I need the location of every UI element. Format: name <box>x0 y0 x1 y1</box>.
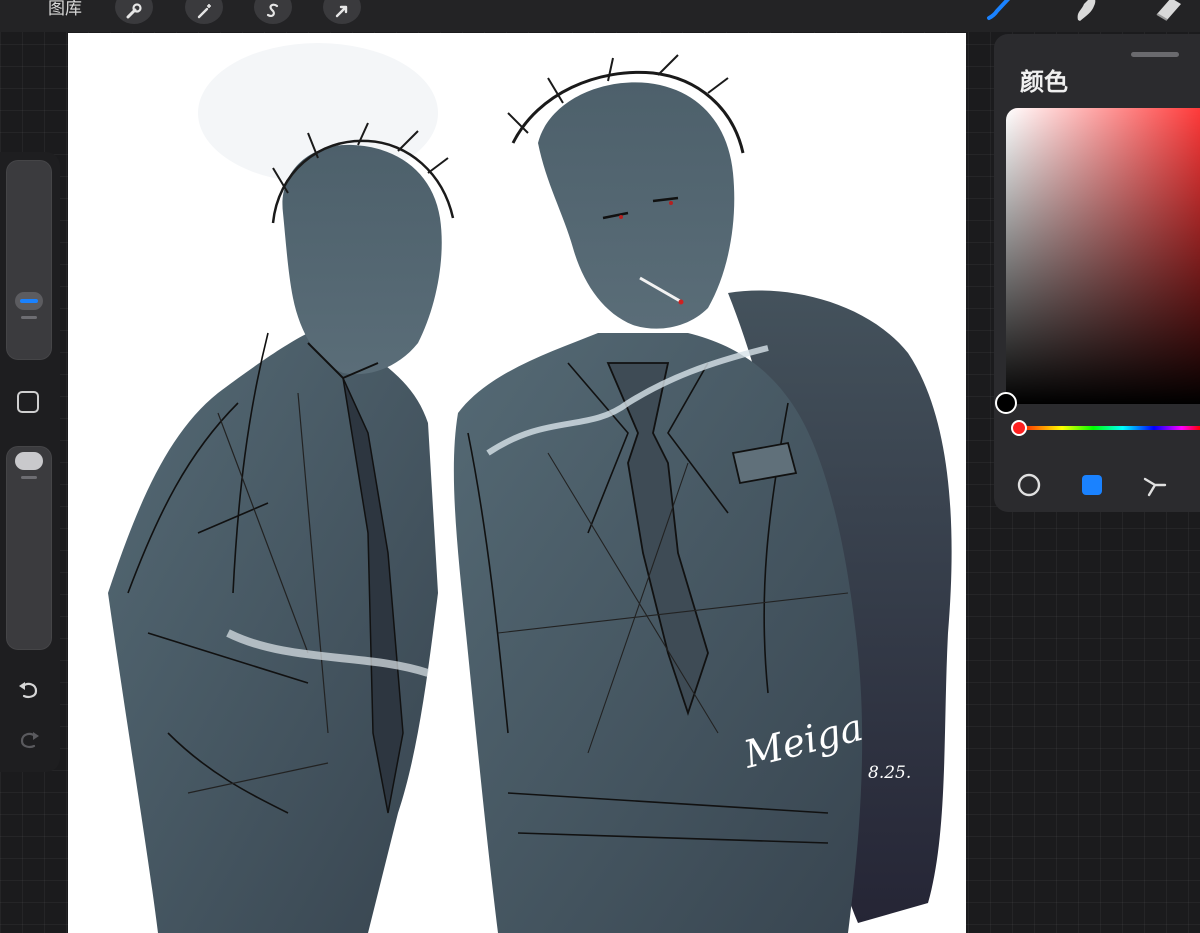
brush-icon[interactable] <box>985 0 1015 22</box>
square-filled-icon[interactable] <box>1079 472 1105 498</box>
top-toolbar: 图库 <box>0 0 1200 32</box>
magic-wand-icon <box>197 4 211 19</box>
redo-icon[interactable] <box>16 728 42 752</box>
modify-button[interactable] <box>17 391 39 413</box>
circle-outline-icon[interactable] <box>1016 472 1042 498</box>
selection-s-icon <box>266 3 279 18</box>
color-picker-cursor[interactable] <box>995 392 1017 414</box>
hue-slider[interactable] <box>1016 426 1200 430</box>
left-sidebar <box>0 152 60 772</box>
adjustments-button[interactable] <box>185 0 223 24</box>
actions-button[interactable] <box>115 0 153 24</box>
opacity-handle[interactable] <box>15 452 43 470</box>
selection-button[interactable] <box>254 0 292 24</box>
smudge-finger-icon[interactable] <box>1070 0 1100 22</box>
panel-title: 颜色 <box>1020 68 1068 96</box>
transform-button[interactable] <box>323 0 361 24</box>
eraser-icon[interactable] <box>1153 0 1183 22</box>
drawing-canvas[interactable]: Meiga 8.25. <box>68 33 966 933</box>
artwork: Meiga 8.25. <box>108 43 952 933</box>
arrow-cursor-icon <box>335 5 348 18</box>
hue-slider-knob[interactable] <box>1011 420 1027 436</box>
gallery-button[interactable]: 图库 <box>48 0 82 20</box>
brush-size-slider[interactable] <box>6 160 52 360</box>
harmony-icon[interactable] <box>1142 472 1168 498</box>
panel-grabber[interactable] <box>1131 52 1179 57</box>
saturation-brightness-field[interactable] <box>1006 108 1200 404</box>
color-panel: 颜色 <box>994 34 1200 512</box>
opacity-slider[interactable] <box>6 446 52 650</box>
date-text: 8.25. <box>868 763 911 783</box>
undo-icon[interactable] <box>16 678 42 702</box>
brush-size-handle[interactable] <box>15 292 43 310</box>
wrench-icon <box>126 3 142 19</box>
